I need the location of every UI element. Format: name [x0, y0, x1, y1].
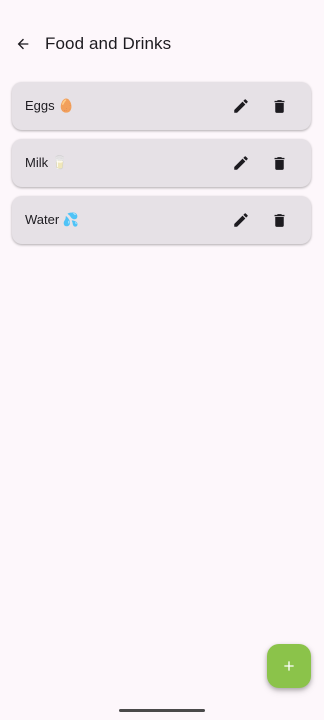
app-bar: Food and Drinks — [0, 22, 324, 66]
edit-button[interactable] — [229, 94, 253, 118]
item-label: Eggs 🥚 — [25, 98, 75, 113]
plus-icon — [284, 661, 294, 671]
arrow-back-icon — [17, 38, 29, 50]
item-actions — [229, 94, 291, 118]
item-actions — [229, 208, 291, 232]
trash-icon — [274, 156, 284, 170]
pencil-icon — [234, 213, 248, 227]
back-button[interactable] — [11, 32, 35, 56]
item-list: Eggs 🥚 Milk 🥛 Water 💦 — [12, 82, 311, 253]
status-bar — [0, 0, 324, 22]
edit-button[interactable] — [229, 151, 253, 175]
list-item[interactable]: Milk 🥛 — [12, 139, 311, 187]
item-label: Water 💦 — [25, 212, 79, 227]
page-title: Food and Drinks — [45, 34, 172, 53]
pencil-icon — [234, 156, 248, 170]
list-item[interactable]: Eggs 🥚 — [12, 82, 311, 130]
gesture-navigation-bar[interactable] — [119, 709, 205, 712]
delete-button[interactable] — [267, 94, 291, 118]
trash-icon — [274, 99, 284, 113]
delete-button[interactable] — [267, 151, 291, 175]
add-item-button[interactable] — [267, 644, 311, 688]
list-item[interactable]: Water 💦 — [12, 196, 311, 244]
item-label: Milk 🥛 — [25, 155, 68, 170]
delete-button[interactable] — [267, 208, 291, 232]
item-actions — [229, 151, 291, 175]
trash-icon — [274, 213, 284, 227]
screen: Food and Drinks Eggs 🥚 Milk 🥛 Water 💦 — [0, 0, 324, 720]
pencil-icon — [234, 99, 248, 113]
edit-button[interactable] — [229, 208, 253, 232]
